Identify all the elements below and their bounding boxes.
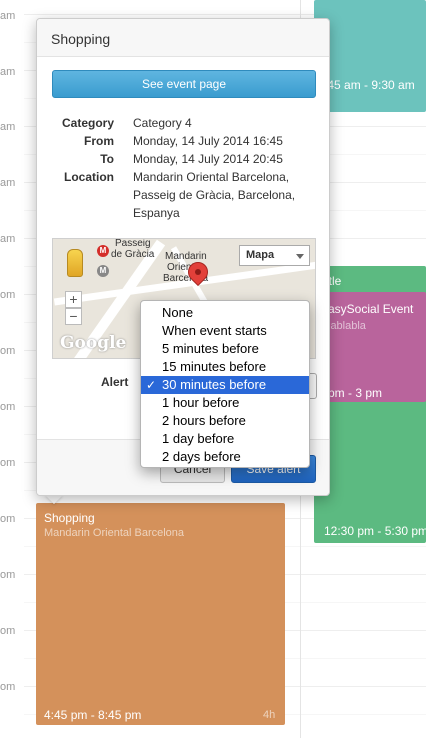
time-label: om: [0, 569, 16, 581]
event-subtitle: Mandarin Oriental Barcelona: [44, 527, 185, 539]
alert-option[interactable]: 2 hours before: [141, 412, 309, 430]
map-label: Passeig: [115, 238, 151, 249]
event-subtitle: lablabla: [328, 320, 366, 332]
map-type-label: Mapa: [246, 249, 275, 261]
map-label: de Gràcia: [111, 249, 155, 260]
detail-label: Category: [61, 116, 114, 130]
detail-label: Location: [64, 170, 114, 184]
popover-title: Shopping: [37, 19, 329, 57]
see-event-page-button[interactable]: See event page: [52, 70, 316, 98]
event-details: Category Category 4 From Monday, 14 July…: [51, 114, 321, 222]
event-purple[interactable]: asySocial Event lablabla pm - 3 pm: [318, 292, 426, 402]
detail-row-from: From Monday, 14 July 2014 16:45: [51, 132, 321, 150]
metro-icon: M: [97, 245, 109, 257]
map-label: Mandarin: [165, 251, 207, 262]
time-column: am am am am am on om om om om om om om o…: [0, 0, 22, 738]
time-label: om: [0, 457, 16, 469]
time-label: om: [0, 345, 16, 357]
detail-value: Mandarin Oriental Barcelona, Passeig de …: [133, 170, 296, 220]
alert-label: Alert: [101, 375, 129, 389]
detail-value: Monday, 14 July 2014 16:45: [133, 134, 283, 148]
event-orange[interactable]: Shopping Mandarin Oriental Barcelona 4:4…: [36, 503, 285, 725]
time-label: om: [0, 513, 16, 525]
time-label: am: [0, 121, 16, 133]
time-label: om: [0, 681, 16, 693]
time-label: am: [0, 66, 16, 78]
street-view-pegman-icon[interactable]: [67, 249, 83, 277]
metro-icon: M: [97, 265, 109, 277]
detail-value: Category 4: [133, 116, 192, 130]
time-label: om: [0, 289, 16, 301]
chevron-down-icon: [296, 254, 304, 259]
checkmark-icon: ✓: [146, 378, 157, 392]
event-title: asySocial Event: [328, 302, 414, 316]
popover-arrow: [45, 495, 63, 504]
detail-row-category: Category Category 4: [51, 114, 321, 132]
event-time: 12:30 pm - 5:30 pm: [324, 524, 426, 538]
alert-option[interactable]: 1 day before: [141, 430, 309, 448]
time-label: om: [0, 401, 16, 413]
alert-option[interactable]: 5 minutes before: [141, 340, 309, 358]
detail-row-location: Location Mandarin Oriental Barcelona, Pa…: [51, 168, 321, 222]
alert-option-selected[interactable]: ✓ 30 minutes before: [141, 376, 309, 394]
alert-option[interactable]: 1 hour before: [141, 394, 309, 412]
event-title: Shopping: [44, 511, 95, 525]
event-duration: 4h: [263, 709, 276, 721]
event-time: 4:45 pm - 8:45 pm: [44, 708, 142, 722]
zoom-out-button[interactable]: −: [65, 308, 82, 325]
detail-label: From: [84, 134, 114, 148]
alert-option[interactable]: When event starts: [141, 322, 309, 340]
time-label: am: [0, 233, 16, 245]
detail-value: Monday, 14 July 2014 20:45: [133, 152, 283, 166]
alert-option[interactable]: 2 days before: [141, 448, 309, 466]
map-type-select[interactable]: Mapa: [239, 245, 310, 266]
zoom-in-button[interactable]: +: [65, 291, 82, 308]
event-time: pm - 3 pm: [328, 386, 383, 400]
map-marker-dot: [195, 269, 201, 275]
alert-option[interactable]: None: [141, 304, 309, 322]
detail-row-to: To Monday, 14 July 2014 20:45: [51, 150, 321, 168]
google-logo: Google: [60, 333, 127, 353]
alert-option[interactable]: 15 minutes before: [141, 358, 309, 376]
time-label: am: [0, 10, 16, 22]
time-label: am: [0, 177, 16, 189]
alert-options-dropdown[interactable]: None When event starts 5 minutes before …: [140, 300, 310, 468]
detail-label: To: [100, 152, 114, 166]
event-teal[interactable]: :45 am - 9:30 am: [314, 0, 426, 112]
event-time: :45 am - 9:30 am: [324, 78, 415, 92]
time-label: om: [0, 625, 16, 637]
